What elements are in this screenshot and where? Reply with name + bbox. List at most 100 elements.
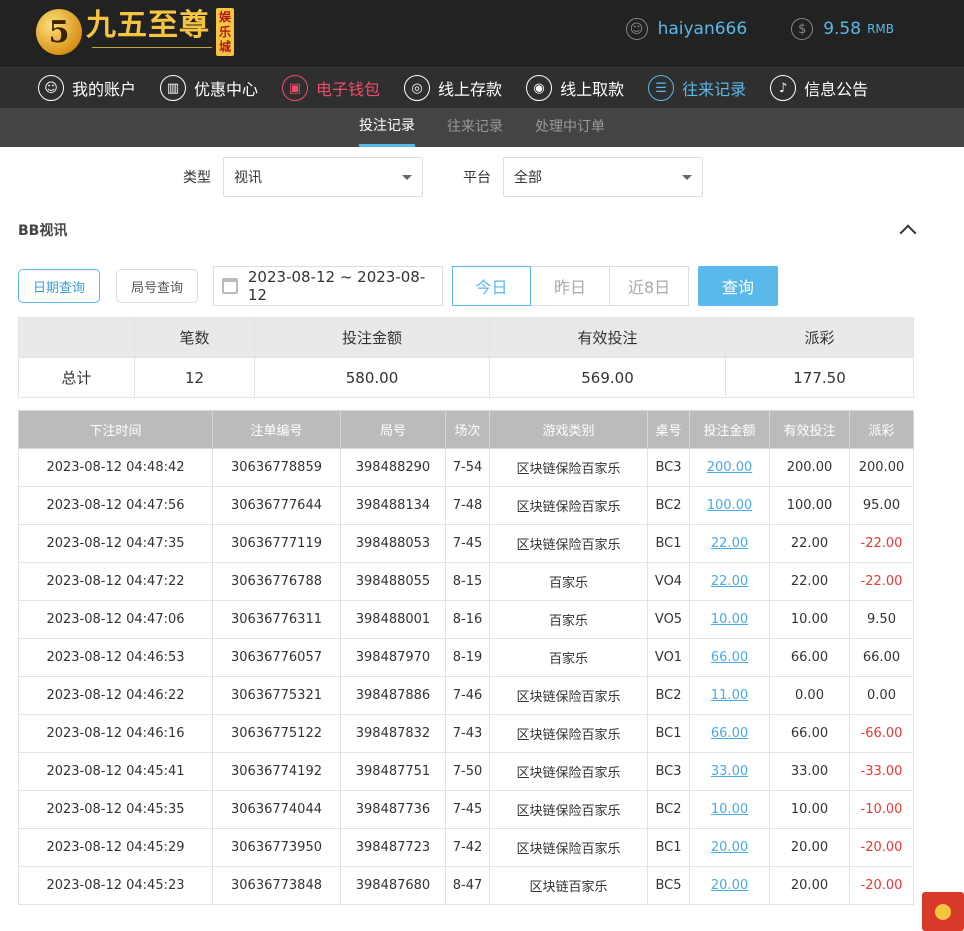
- table-cell: 398487723: [340, 828, 446, 867]
- table-cell: 区块链保险百家乐: [489, 714, 648, 753]
- date-query-button[interactable]: 日期查询: [18, 269, 101, 303]
- table-cell: BC2: [647, 676, 690, 715]
- username[interactable]: ☺ haiyan666: [625, 18, 747, 40]
- search-button[interactable]: 查询: [698, 266, 779, 306]
- table-cell: 398487680: [340, 866, 446, 905]
- bet-amount-link[interactable]: 33.00: [689, 752, 770, 791]
- date-range-input[interactable]: 2023-08-12 ~ 2023-08-12: [213, 266, 444, 306]
- bet-amount-link[interactable]: 100.00: [689, 486, 770, 525]
- bet-amount-link[interactable]: 11.00: [689, 676, 770, 715]
- tab-pending-orders[interactable]: 处理中订单: [535, 108, 605, 147]
- table-cell: 22.00: [769, 524, 850, 563]
- table-cell: 66.00: [849, 638, 914, 677]
- table-cell: 30636775321: [212, 676, 341, 715]
- table-row: 2023-08-12 04:46:16 30636775122 398487832 7…: [18, 714, 914, 753]
- nav-wallet[interactable]: ▣ 电子钱包: [282, 75, 380, 101]
- round-query-button[interactable]: 局号查询: [116, 269, 199, 303]
- bet-amount-link[interactable]: 66.00: [689, 714, 770, 753]
- filter-row: 类型 视讯 平台 全部: [0, 147, 964, 205]
- withdraw-icon: ◉: [526, 75, 553, 101]
- table-cell: 9.50: [849, 600, 914, 639]
- table-cell: 66.00: [769, 714, 850, 753]
- table-cell: 8-19: [445, 638, 490, 677]
- section-title: BB视讯: [18, 223, 68, 239]
- table-cell: 10.00: [769, 790, 850, 829]
- last-8-days-button[interactable]: 近8日: [610, 266, 690, 306]
- bet-amount-link[interactable]: 22.00: [689, 524, 770, 563]
- table-cell: 7-48: [445, 486, 490, 525]
- query-row: 日期查询 局号查询 2023-08-12 ~ 2023-08-12 今日 昨日 …: [0, 255, 964, 317]
- table-row: 2023-08-12 04:45:29 30636773950 398487723 7…: [18, 828, 914, 867]
- summary-row: 总计 12 580.00 569.00 177.50: [18, 357, 914, 398]
- table-cell: 30636773950: [212, 828, 341, 867]
- bet-amount-link[interactable]: 10.00: [689, 790, 770, 829]
- table-cell: VO1: [647, 638, 690, 677]
- bet-amount-link[interactable]: 10.00: [689, 600, 770, 639]
- bell-icon: ♪: [770, 75, 797, 101]
- table-cell: 20.00: [769, 828, 850, 867]
- table-cell: -22.00: [849, 562, 914, 601]
- table-cell: 66.00: [769, 638, 850, 677]
- table-cell: -20.00: [849, 828, 914, 867]
- table-cell: BC3: [647, 448, 690, 487]
- table-cell: 30636777119: [212, 524, 341, 563]
- table-cell: 7-43: [445, 714, 490, 753]
- table-cell: 7-45: [445, 790, 490, 829]
- table-cell: 2023-08-12 04:45:41: [18, 752, 213, 791]
- section-header: BB视讯: [0, 205, 964, 255]
- bet-amount-link[interactable]: 66.00: [689, 638, 770, 677]
- logo-mark: 5: [36, 9, 82, 55]
- table-cell: 200.00: [849, 448, 914, 487]
- table-cell: 398487886: [340, 676, 446, 715]
- table-cell: 2023-08-12 04:46:53: [18, 638, 213, 677]
- nav-withdraw[interactable]: ◉ 线上取款: [526, 75, 624, 101]
- table-cell: 区块链保险百家乐: [489, 790, 648, 829]
- logo-badge: 娱 乐 城: [216, 8, 234, 56]
- table-cell: 8-15: [445, 562, 490, 601]
- table-cell: BC1: [647, 828, 690, 867]
- site-logo[interactable]: 5 九五至尊 娱 乐 城: [36, 3, 234, 61]
- table-cell: 398488290: [340, 448, 446, 487]
- nav-records[interactable]: ☰ 往来记录: [648, 75, 746, 101]
- table-cell: 30636778859: [212, 448, 341, 487]
- type-label: 类型: [183, 170, 211, 186]
- today-button[interactable]: 今日: [452, 266, 532, 306]
- bet-amount-link[interactable]: 22.00: [689, 562, 770, 601]
- table-cell: -20.00: [849, 866, 914, 905]
- table-cell: 398488134: [340, 486, 446, 525]
- bet-amount-link[interactable]: 20.00: [689, 866, 770, 905]
- red-envelope-icon[interactable]: [922, 892, 964, 931]
- table-cell: 30636776057: [212, 638, 341, 677]
- table-cell: 区块链保险百家乐: [489, 486, 648, 525]
- chevron-up-icon[interactable]: [899, 224, 917, 242]
- table-cell: 区块链百家乐: [489, 866, 648, 905]
- nav-promotions[interactable]: ▥ 优惠中心: [160, 75, 258, 101]
- yesterday-button[interactable]: 昨日: [531, 266, 611, 306]
- table-cell: 30636775122: [212, 714, 341, 753]
- table-cell: BC2: [647, 790, 690, 829]
- table-cell: 10.00: [769, 600, 850, 639]
- bet-records-table: 下注时间 注单编号 局号 场次 游戏类别 桌号 投注金额 有效投注 派彩 202…: [18, 410, 914, 905]
- nav-my-account[interactable]: ☺ 我的账户: [38, 75, 136, 101]
- tab-transaction-records[interactable]: 往来记录: [447, 108, 503, 147]
- table-cell: 30636776311: [212, 600, 341, 639]
- bet-amount-link[interactable]: 200.00: [689, 448, 770, 487]
- calendar-icon: [222, 278, 238, 294]
- nav-announcements[interactable]: ♪ 信息公告: [770, 75, 868, 101]
- type-select[interactable]: 视讯: [223, 157, 423, 197]
- tab-bet-records[interactable]: 投注记录: [359, 108, 415, 147]
- table-cell: 区块链保险百家乐: [489, 676, 648, 715]
- table-cell: 区块链保险百家乐: [489, 524, 648, 563]
- bet-amount-link[interactable]: 20.00: [689, 828, 770, 867]
- top-header: 5 九五至尊 娱 乐 城 ☺ haiyan666 $ 9.58 RMB: [0, 0, 964, 67]
- table-cell: 百家乐: [489, 600, 648, 639]
- table-cell: VO5: [647, 600, 690, 639]
- table-cell: 区块链保险百家乐: [489, 752, 648, 791]
- table-cell: 95.00: [849, 486, 914, 525]
- nav-deposit[interactable]: ◎ 线上存款: [404, 75, 502, 101]
- user-icon: ☺: [38, 75, 64, 101]
- table-cell: 区块链保险百家乐: [489, 448, 648, 487]
- logo-divider: [92, 47, 212, 57]
- chevron-down-icon: [402, 174, 412, 180]
- platform-select[interactable]: 全部: [503, 157, 703, 197]
